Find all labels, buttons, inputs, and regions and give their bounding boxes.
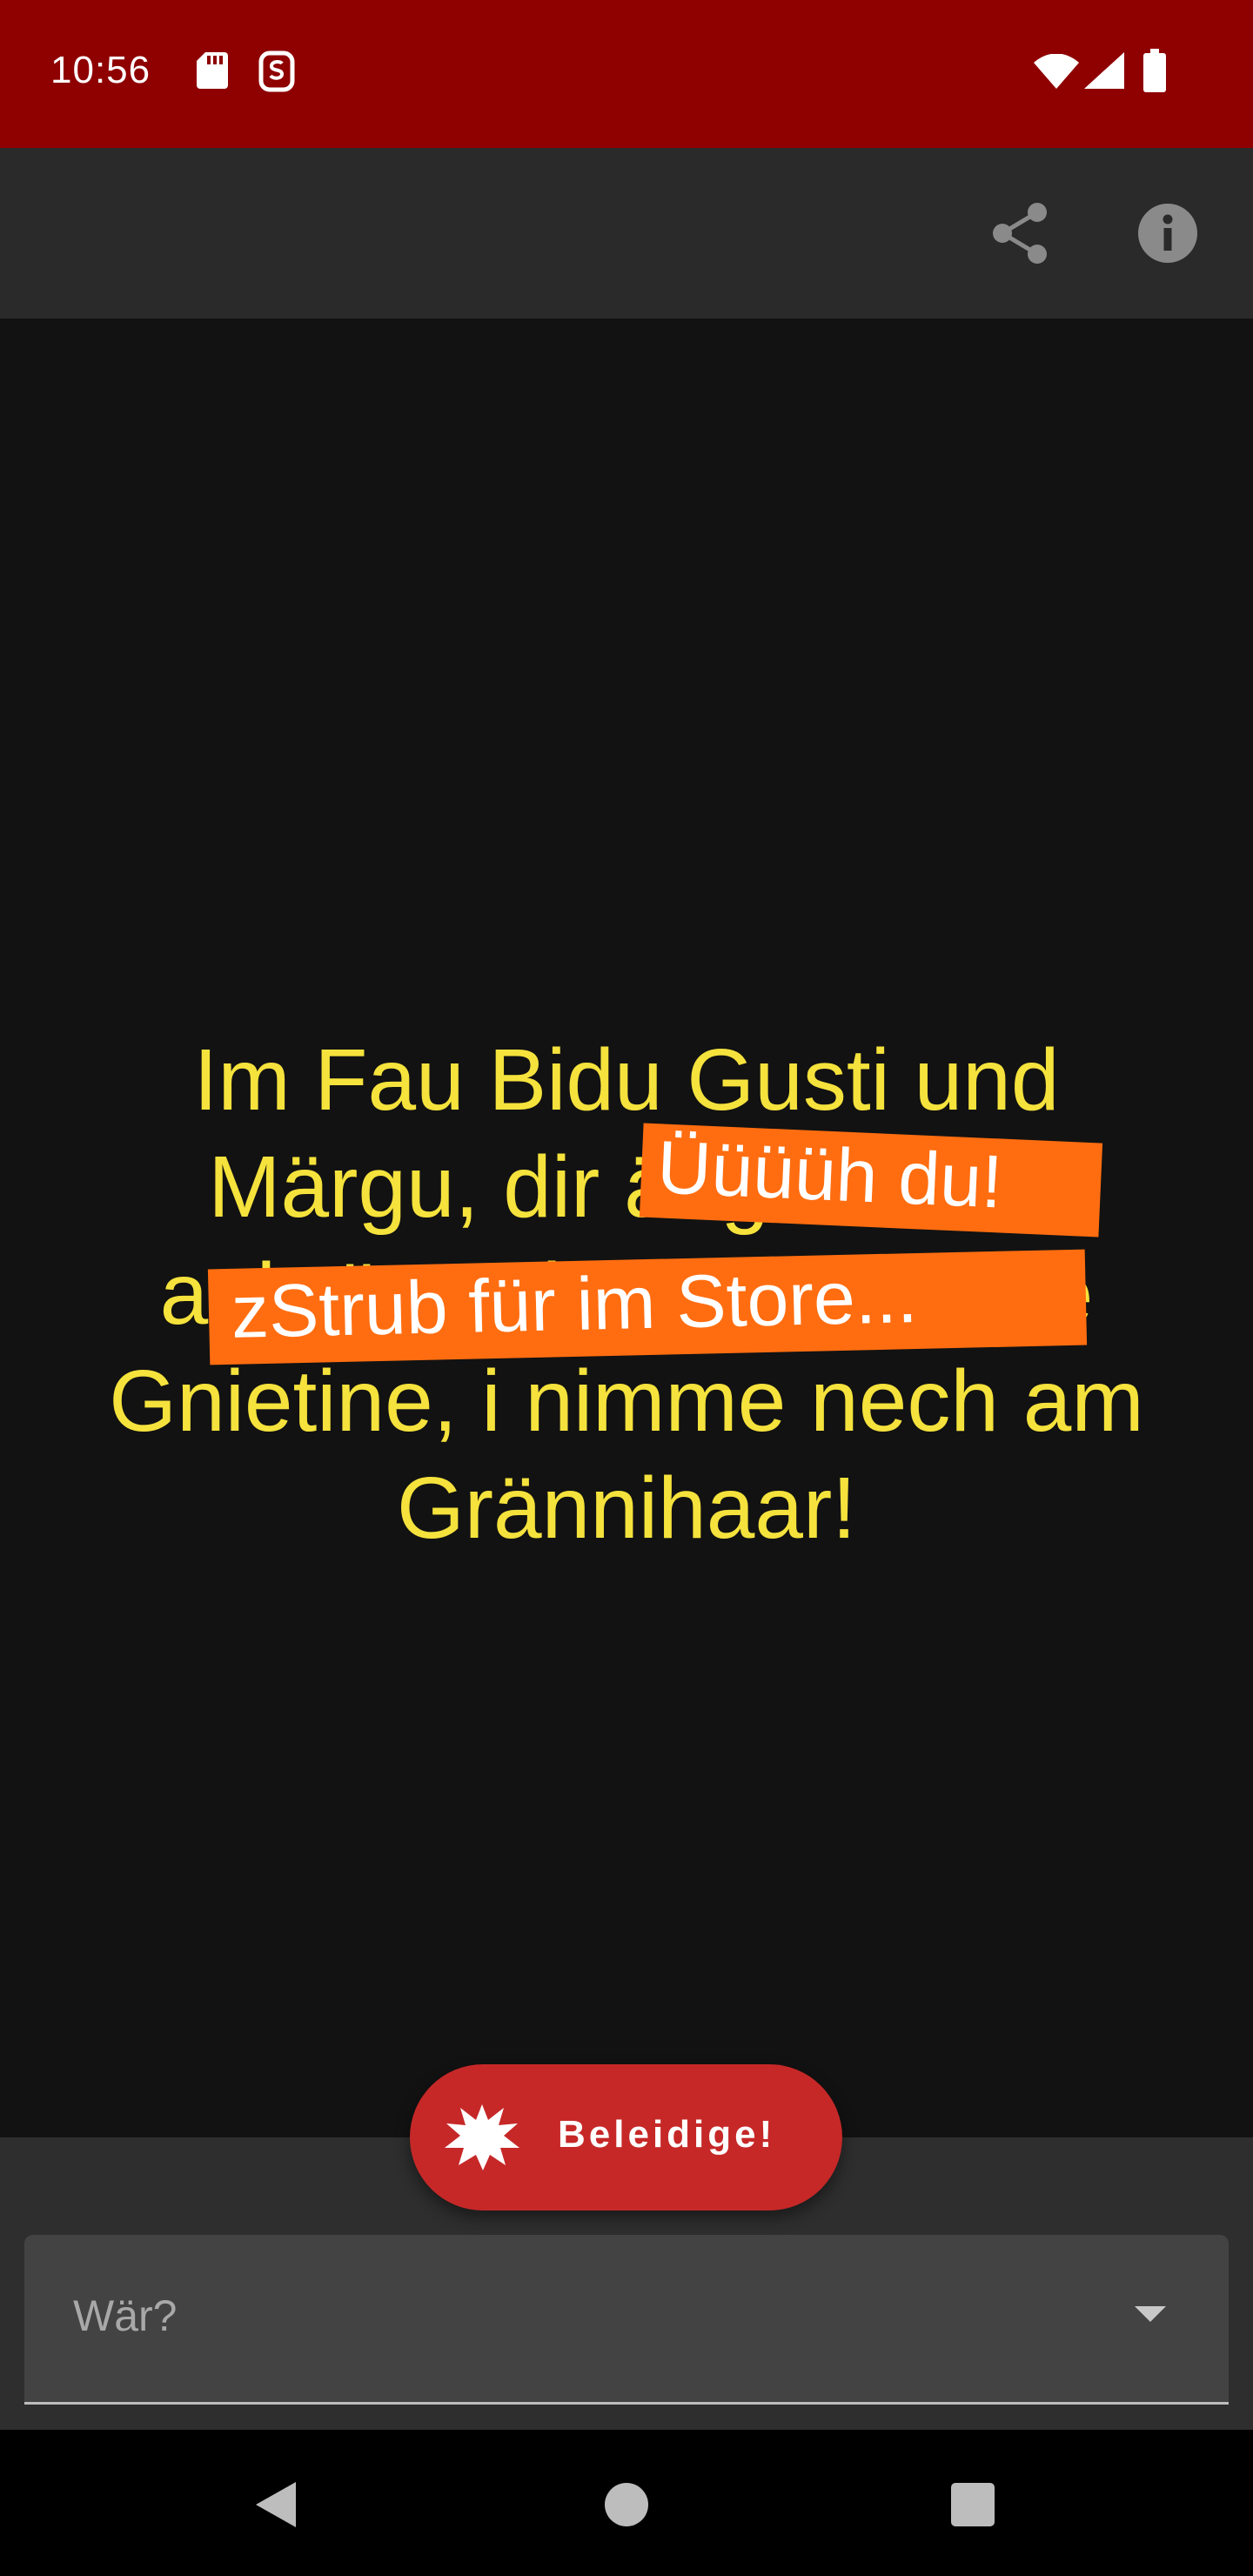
insult-line: Im Fau Bidu Gusti und — [193, 1031, 1060, 1129]
insult-button[interactable]: Beleidige! — [410, 2064, 842, 2210]
sd-card-icon — [195, 50, 230, 91]
back-icon[interactable] — [252, 2479, 299, 2535]
explosion-icon — [443, 2101, 521, 2175]
info-icon[interactable] — [1133, 198, 1203, 268]
signal-icon — [1084, 52, 1124, 89]
status-time: 10:56 — [50, 49, 151, 91]
recents-icon[interactable] — [950, 2482, 995, 2532]
sticker-label: Üüüüh du! — [639, 1123, 1103, 1238]
insult-button-label: Beleidige! — [558, 2113, 776, 2156]
dropdown-label: Wär? — [73, 2291, 178, 2340]
navigation-bar — [0, 2430, 1253, 2576]
share-icon[interactable] — [987, 198, 1056, 268]
home-icon[interactable] — [604, 2482, 649, 2532]
battery-icon — [1143, 49, 1166, 92]
status-bar: 10:56 — [0, 0, 1253, 148]
recipient-dropdown[interactable]: Wär? — [24, 2235, 1229, 2405]
wifi-icon — [1034, 54, 1079, 89]
caret-down-icon — [1135, 2306, 1166, 2328]
sticker-label: zStrub für im Store... — [207, 1249, 1088, 1365]
insult-line: Grännihaar! — [396, 1459, 857, 1557]
app-bar — [0, 148, 1253, 319]
s-notification-icon — [258, 50, 296, 92]
